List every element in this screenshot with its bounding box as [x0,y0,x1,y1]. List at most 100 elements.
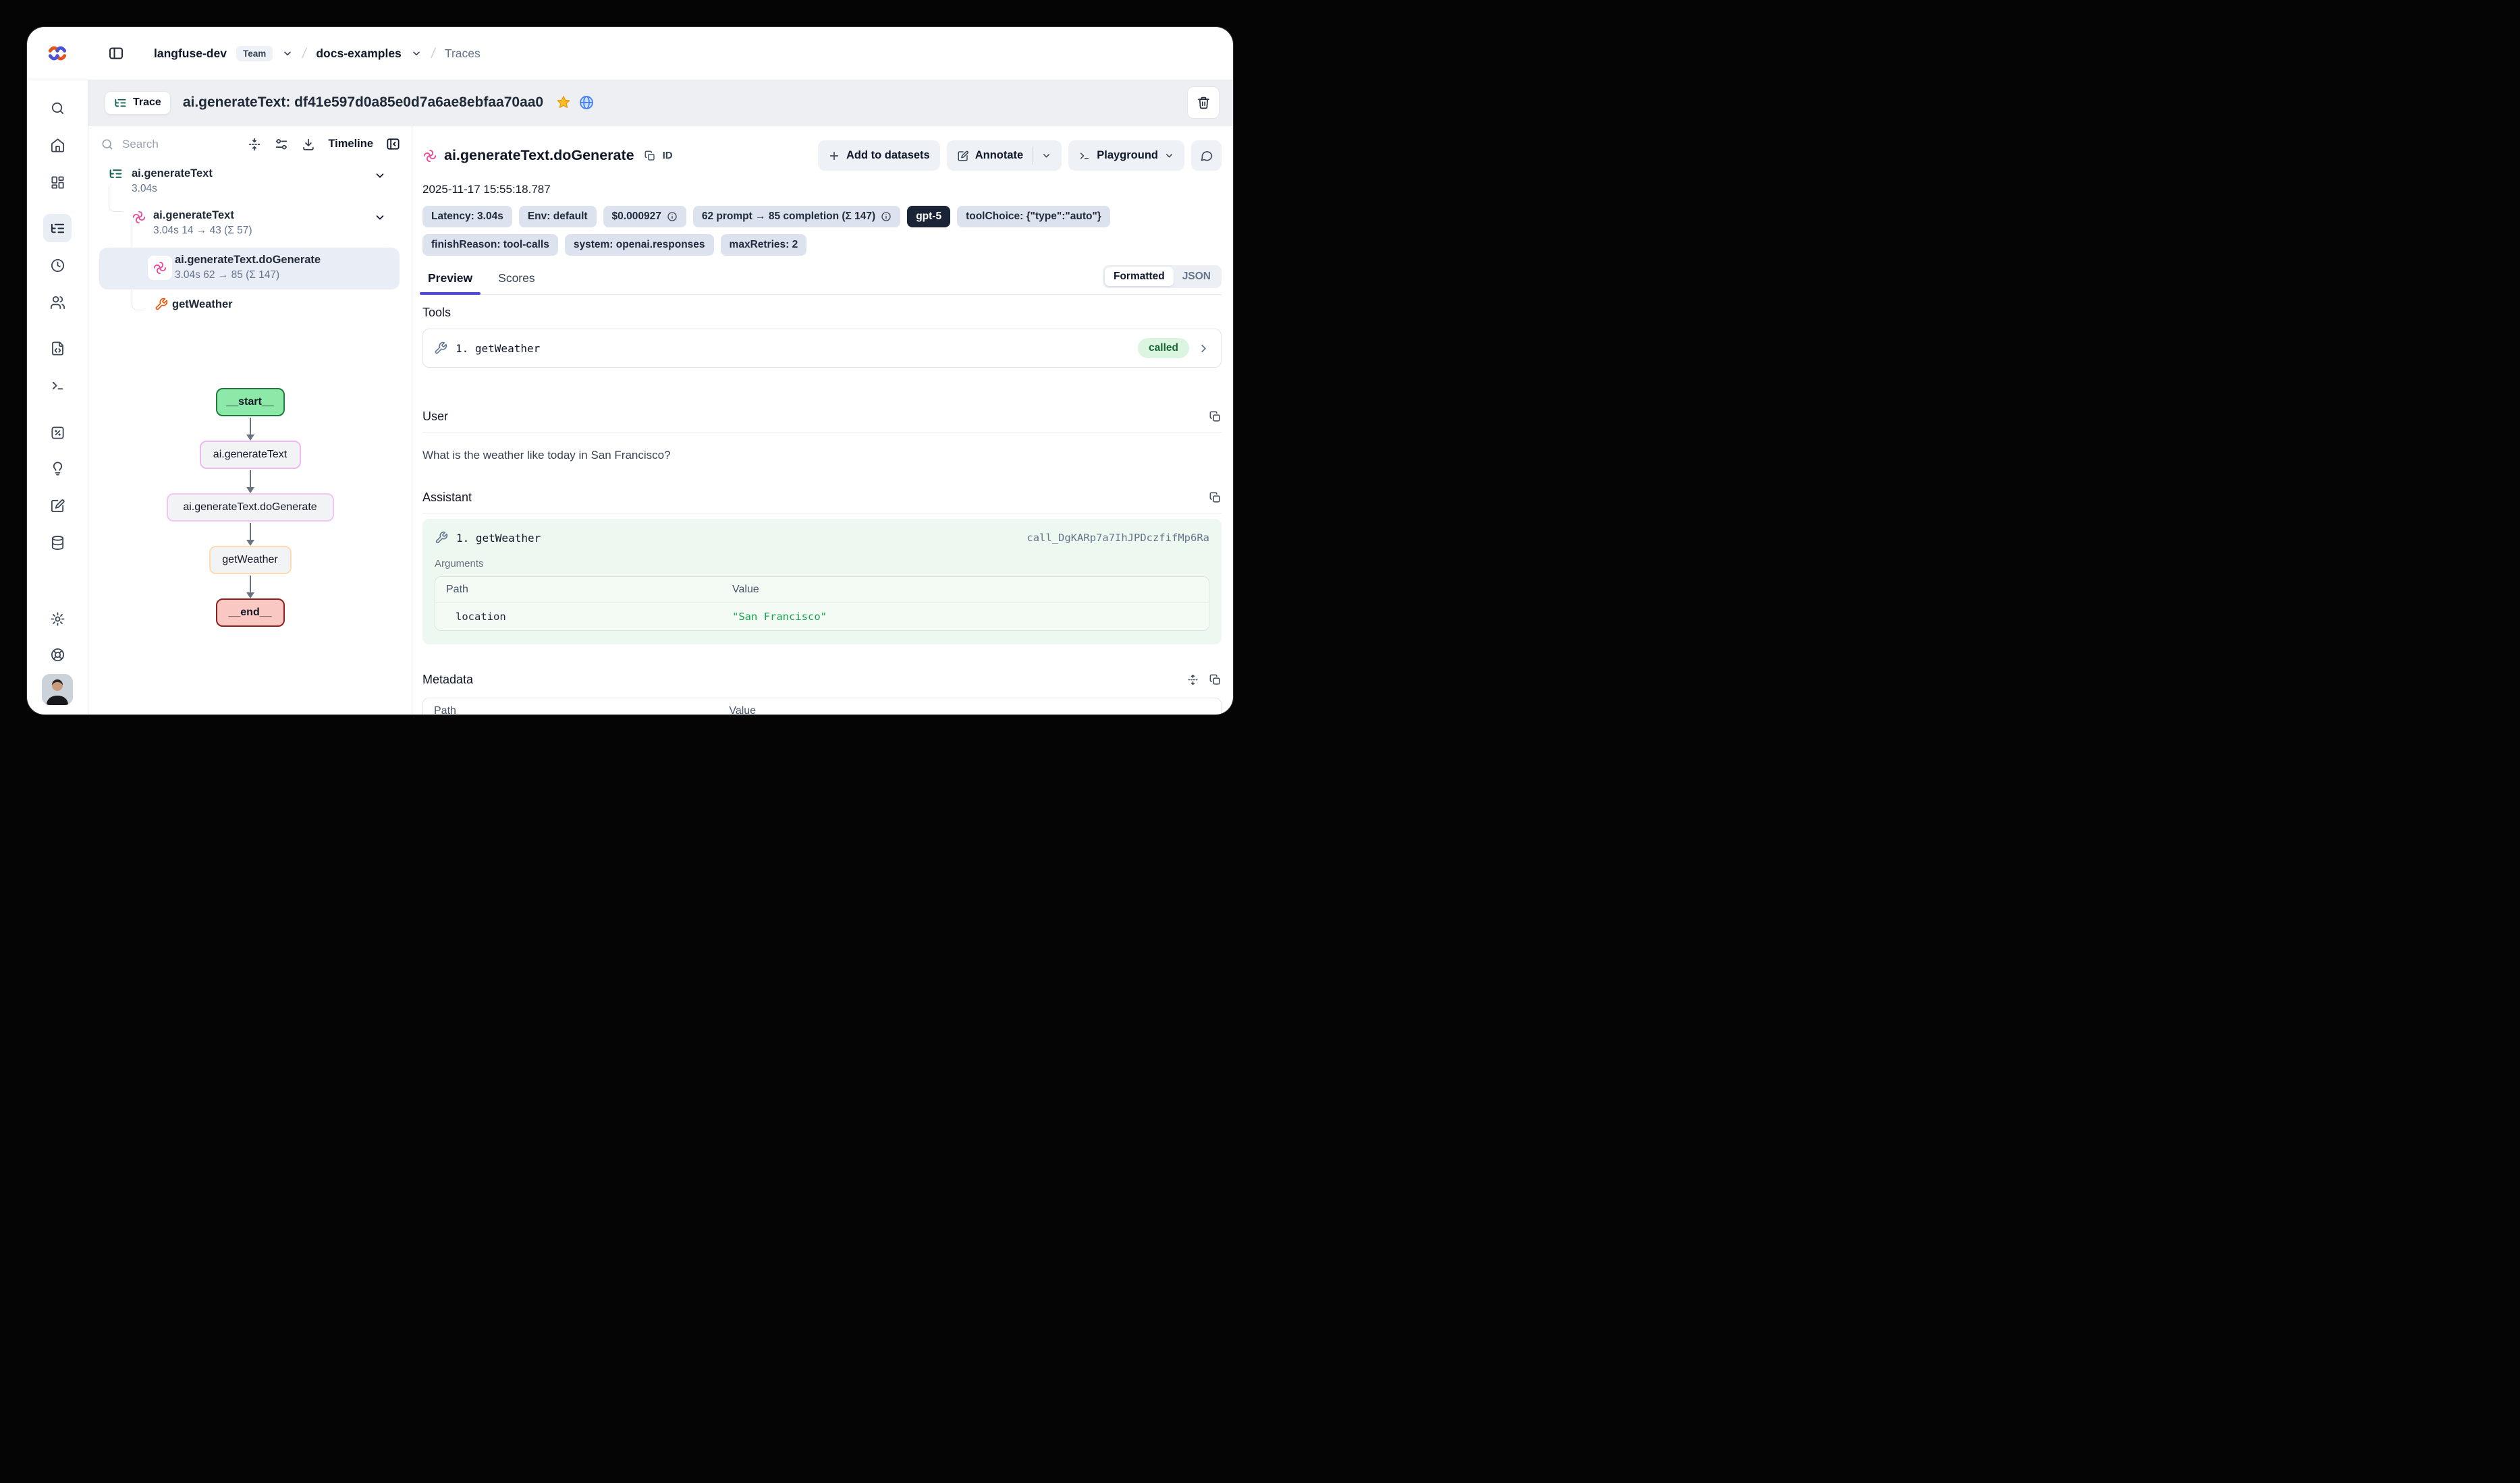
observation-detail-panel: ai.generateText.doGenerate ID [412,125,1233,715]
playground-icon[interactable] [43,371,72,399]
langfuse-logo-icon[interactable] [47,43,67,63]
metrics-badges-row2: finishReason: tool-calls system: openai.… [422,234,1222,256]
arguments-table: Path Value location "San Francisco" [435,576,1209,631]
copy-id-icon[interactable] [644,150,656,162]
tool-name: 1. getWeather [456,342,540,355]
evaluators-icon[interactable] [43,418,72,447]
download-icon[interactable] [301,137,316,152]
graph-node-dogenerate[interactable]: ai.generateText.doGenerate [167,493,334,522]
path-header: Path [423,698,718,715]
playground-button[interactable]: Playground [1068,140,1184,171]
toggle-json[interactable]: JSON [1174,267,1220,286]
table-row: location "San Francisco" [435,603,1209,630]
detail-scroll-area[interactable]: Tools 1. getWeather called [422,295,1222,715]
arguments-label: Arguments [435,558,1209,569]
graph-node-start[interactable]: __start__ [216,388,285,416]
org-plan-badge: Team [236,46,273,61]
public-globe-icon[interactable] [578,94,595,111]
collapse-panel-icon[interactable] [385,136,401,152]
tree-item-dogenerate-selected[interactable]: ai.generateText.doGenerate 3.04s 62 → 85… [99,248,400,289]
comments-button[interactable] [1191,140,1222,171]
trace-type-label: Trace [133,96,161,109]
llm-judge-icon[interactable] [43,454,72,482]
copy-icon[interactable] [1209,410,1222,423]
metrics-badges-row1: Latency: 3.04s Env: default $0.000927 62… [422,206,1222,227]
sidebar-toggle-icon[interactable] [103,40,130,67]
arg-path: location [435,603,721,630]
tree-search[interactable] [101,137,235,152]
datasets-icon[interactable] [43,528,72,557]
chevron-down-icon[interactable] [374,169,386,181]
graph-node-end[interactable]: __end__ [216,598,285,627]
breadcrumb-org[interactable]: langfuse-dev [154,47,227,61]
sessions-icon[interactable] [43,251,72,279]
chevron-right-icon[interactable] [1197,342,1210,355]
finishreason-badge: finishReason: tool-calls [422,234,558,256]
tool-wrench-icon [155,298,168,311]
breadcrumb-project[interactable]: docs-examples [316,47,401,61]
terminal-icon [1078,150,1091,162]
user-message: What is the weather like today in San Fr… [422,449,1222,462]
tracing-icon[interactable] [43,214,72,242]
metadata-section-header: Metadata [422,673,1222,687]
collapse-all-icon[interactable] [247,137,262,152]
add-to-datasets-button[interactable]: Add to datasets [818,140,940,171]
chevron-down-icon[interactable] [282,48,293,59]
app-window: langfuse-dev Team / docs-examples / Trac… [27,27,1233,715]
assistant-tool-call-card: 1. getWeather call_DgKARp7a7IhJPDczfifMp… [422,519,1222,644]
tool-called-badge: called [1138,338,1189,358]
chevron-down-icon [1164,150,1174,161]
user-heading: User [422,410,448,424]
trace-tree-panel: Timeline [88,125,412,715]
copy-icon[interactable] [1209,673,1222,686]
breadcrumb: langfuse-dev Team / docs-examples / Trac… [88,40,481,67]
model-badge[interactable]: gpt-5 [907,206,950,227]
tool-definition-row[interactable]: 1. getWeather called [422,329,1222,368]
chevron-down-icon[interactable] [374,211,386,223]
id-label: ID [663,150,673,161]
prompts-icon[interactable] [43,334,72,362]
expand-vertical-icon[interactable] [1186,673,1199,686]
search-icon[interactable] [43,94,72,122]
tokens-badge: 62 prompt → 85 completion (Σ 147) [693,206,900,227]
graph-node-generatetext[interactable]: ai.generateText [200,441,301,469]
top-nav-bar: langfuse-dev Team / docs-examples / Trac… [27,27,1233,80]
toggle-formatted[interactable]: Formatted [1105,267,1174,286]
cost-badge: $0.000927 [603,206,686,227]
search-input[interactable] [121,137,184,152]
tool-wrench-icon [434,341,447,355]
user-avatar[interactable] [42,674,73,705]
annotation-icon[interactable] [43,491,72,520]
graph-node-getweather[interactable]: getWeather [209,546,292,574]
support-icon[interactable] [43,640,72,669]
trace-flow-graph: __start__ ai.generateText ai.generateTex… [88,388,412,627]
settings-icon[interactable] [43,605,72,633]
tab-preview[interactable]: Preview [425,266,475,294]
dashboards-icon[interactable] [43,168,72,196]
users-icon[interactable] [43,288,72,316]
tree-item-generation[interactable]: ai.generateText 3.04s 14 → 43 (Σ 57) [97,204,405,246]
breadcrumb-section[interactable]: Traces [445,47,481,61]
table-header-row: Path Value [423,698,1221,715]
breadcrumb-separator: / [430,45,437,63]
pen-square-icon [957,150,969,162]
bookmark-star-icon[interactable] [555,94,572,111]
home-icon[interactable] [43,131,72,159]
copy-icon[interactable] [1209,491,1222,504]
chevron-down-icon[interactable] [411,48,422,59]
tab-scores[interactable]: Scores [495,266,537,294]
annotate-button[interactable]: Annotate [947,140,1062,171]
view-settings-icon[interactable] [274,137,289,152]
value-header: Value [721,577,770,603]
metadata-heading: Metadata [422,673,473,687]
tree-item-label: ai.generateText [132,165,405,181]
tree-toolbar: Timeline [88,125,412,157]
chevron-down-icon[interactable] [1041,150,1051,161]
delete-trace-button[interactable] [1187,86,1220,119]
timeline-toggle[interactable]: Timeline [328,138,373,150]
tree-item-getweather[interactable]: getWeather [97,293,405,323]
tool-wrench-icon [435,531,448,544]
system-badge: system: openai.responses [565,234,714,256]
tree-item-meta: 3.04s 14 → 43 (Σ 57) [153,223,405,238]
tree-item-trace-root[interactable]: ai.generateText 3.04s [97,163,405,204]
